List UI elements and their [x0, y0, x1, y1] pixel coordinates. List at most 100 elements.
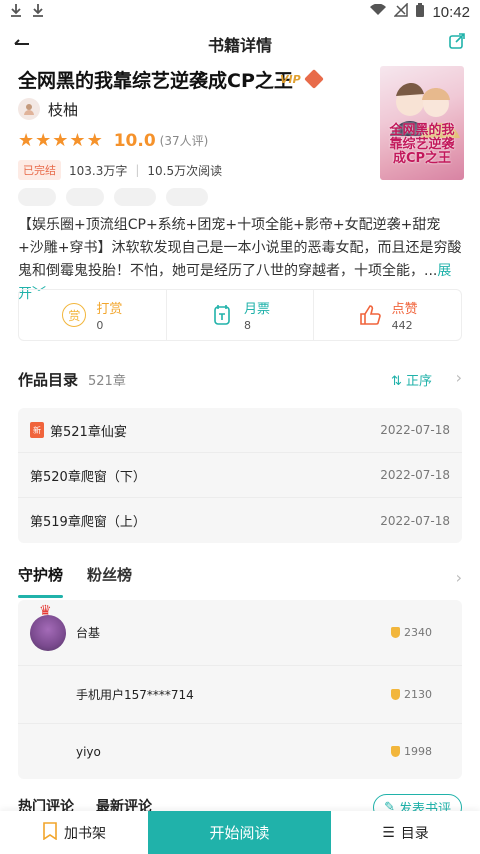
rating-stars: ★★★★★: [18, 130, 104, 151]
review-count[interactable]: (37人评): [160, 132, 209, 149]
star-icon: ★: [86, 130, 104, 151]
chapter-item[interactable]: 第520章爬窗（下） 2022-07-18: [18, 453, 462, 498]
author-avatar: [18, 98, 40, 120]
sort-label: 正序: [405, 373, 432, 389]
avatar: ♛: [30, 603, 66, 651]
rank-value: 1998: [391, 745, 432, 758]
word-count: 103.3万字: [69, 163, 128, 178]
status-bar: 10:42: [0, 0, 480, 24]
monthly-ticket-count: 8: [244, 319, 251, 332]
navbar: 书籍详情: [0, 28, 480, 60]
shield-icon: [391, 689, 400, 700]
book-title: 全网黑的我靠综艺逆袭成CP之王: [18, 70, 293, 92]
star-icon: ★: [35, 130, 53, 151]
chapter-title: 第519章爬窗（上）: [30, 515, 146, 530]
tab-guardian[interactable]: 守护榜: [18, 564, 64, 598]
catalog-label: 目录: [400, 825, 429, 842]
author-name: 枝柚: [48, 100, 79, 119]
crown-icon: ♛: [39, 602, 52, 619]
rank-score: 2340: [404, 626, 432, 639]
download-icon: [10, 3, 22, 21]
shield-icon: [391, 746, 400, 757]
reward-icon: 赏: [62, 303, 87, 327]
chapter-date: 2022-07-18: [380, 423, 450, 437]
rank-tabs: 守护榜 粉丝榜 ›: [18, 564, 462, 598]
rating-row: ★★★★★ 10.0 (37人评): [18, 130, 208, 151]
toc-title: 作品目录: [18, 370, 79, 389]
star-icon: ★: [18, 130, 36, 151]
start-reading-button[interactable]: 开始阅读: [148, 811, 331, 854]
chapter-item[interactable]: 第519章爬窗（上） 2022-07-18: [18, 498, 462, 543]
reward-count: 0: [96, 319, 104, 332]
like-label: 点赞: [391, 302, 418, 317]
description-text: 【娱乐圈+顶流组CP+系统+团宠+十项全能+影帝+女配逆袭+甜宠+沙雕+穿书】沐…: [18, 217, 462, 279]
tag-chip[interactable]: [114, 188, 156, 206]
tag-chip[interactable]: [18, 188, 56, 206]
tab-fans[interactable]: 粉丝榜: [87, 564, 132, 594]
support-actions: 赏 打赏 0 月票 8 点赞 442: [18, 289, 462, 341]
read-count: 10.5万次阅读: [147, 163, 223, 178]
author-row[interactable]: 枝柚: [18, 98, 78, 120]
star-icon: ★: [69, 130, 87, 151]
add-shelf-icon: [42, 821, 58, 844]
add-to-shelf-button[interactable]: 加书架: [0, 821, 148, 844]
star-icon: ★: [52, 130, 70, 151]
wifi-icon: [370, 3, 387, 20]
status-badge: 已完结: [18, 160, 61, 180]
status-left-icons: [10, 3, 44, 21]
tag-chip[interactable]: [166, 188, 208, 206]
list-icon: ☰: [382, 824, 395, 841]
rank-value: 2130: [391, 688, 432, 701]
chevron-right-icon[interactable]: ›: [456, 568, 462, 587]
chapter-title: 第520章爬窗（下）: [30, 469, 146, 485]
share-icon[interactable]: [448, 32, 468, 52]
rank-name: yiyo: [76, 744, 101, 759]
rank-name: 台基: [76, 626, 101, 640]
chapter-item[interactable]: 新 第521章仙宴 2022-07-18: [18, 408, 462, 453]
clock: 10:42: [432, 3, 470, 21]
download-icon: [32, 3, 44, 21]
catalog-button[interactable]: ☰ 目录: [331, 823, 480, 843]
rank-value: 2340: [391, 626, 432, 639]
book-cover[interactable]: 全网黑的我靠综艺逆袭成CP之王: [380, 66, 464, 180]
chapter-count: 521章: [88, 373, 126, 389]
chevron-right-icon[interactable]: ›: [456, 368, 462, 387]
rank-score: 1998: [404, 745, 432, 758]
monthly-ticket-icon: [210, 303, 234, 327]
tag-chip[interactable]: [66, 188, 104, 206]
vip-label: VIP: [280, 73, 301, 86]
meta-row: 已完结 103.3万字 | 10.5万次阅读: [18, 160, 222, 180]
page-title: 书籍详情: [207, 36, 272, 55]
rank-list: ♛ 台基 2340 手机用户157****714 2130 yiyo 1998: [18, 600, 462, 779]
reward-button[interactable]: 赏 打赏 0: [19, 290, 167, 340]
monthly-ticket-button[interactable]: 月票 8: [167, 290, 315, 340]
chapter-list: 新 第521章仙宴 2022-07-18 第520章爬窗（下） 2022-07-…: [18, 408, 462, 543]
battery-icon: [416, 3, 425, 21]
sort-icon: ⇅: [390, 373, 402, 389]
rank-score: 2130: [404, 688, 432, 701]
rank-item[interactable]: 手机用户157****714 2130: [18, 666, 462, 724]
back-arrow-icon[interactable]: [14, 30, 40, 56]
sort-toggle[interactable]: ⇅ 正序: [391, 370, 432, 389]
rank-name: 手机用户157****714: [76, 688, 194, 702]
chapter-title: 第521章仙宴: [50, 424, 127, 440]
cover-title: 全网黑的我靠综艺逆袭成CP之王: [389, 123, 455, 166]
signal-off-icon: [393, 2, 409, 21]
new-chapter-badge: 新: [30, 422, 44, 438]
add-to-shelf-label: 加书架: [64, 825, 106, 842]
bottom-bar: 加书架 开始阅读 ☰ 目录: [0, 811, 480, 854]
thumbs-up-icon: [358, 303, 382, 327]
reward-label: 打赏: [96, 302, 123, 317]
like-button[interactable]: 点赞 442: [314, 290, 461, 340]
toc-header[interactable]: 作品目录 521章 ⇅ 正序 ›: [18, 368, 462, 390]
meta-separator: |: [135, 163, 140, 177]
tags-row: [18, 188, 208, 206]
rating-score: 10.0: [113, 130, 156, 151]
shield-icon: [391, 627, 400, 638]
chapter-date: 2022-07-18: [380, 513, 450, 528]
chapter-date: 2022-07-18: [380, 468, 450, 482]
rank-item[interactable]: yiyo 1998: [18, 724, 462, 779]
vip-badge-icon: [304, 69, 324, 89]
rank-item[interactable]: ♛ 台基 2340: [18, 600, 462, 666]
like-count: 442: [391, 319, 413, 332]
